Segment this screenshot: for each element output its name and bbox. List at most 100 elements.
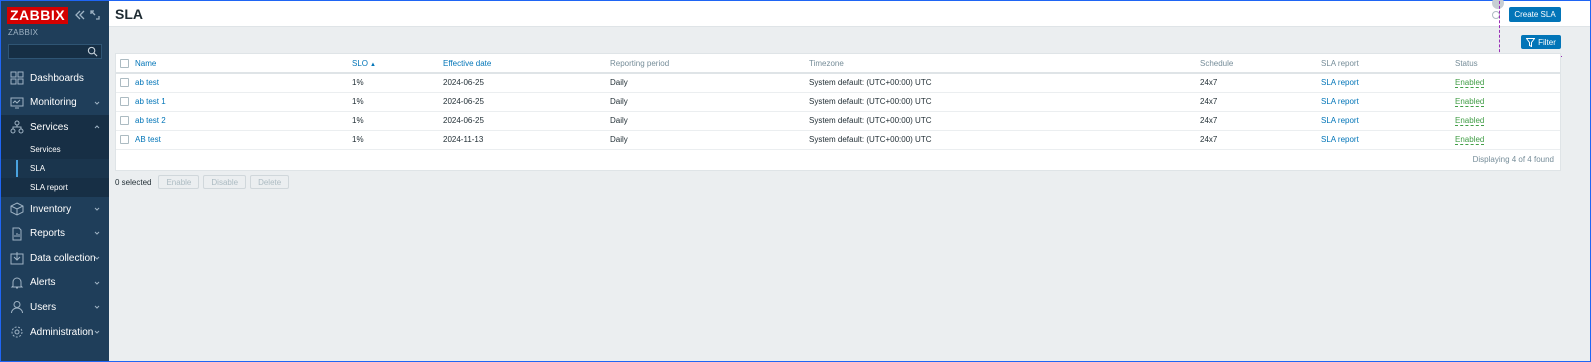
menu-item-alerts[interactable]: Alerts bbox=[1, 271, 109, 296]
search-icon[interactable] bbox=[87, 46, 98, 57]
submenu-item-sla[interactable]: SLA bbox=[1, 158, 109, 178]
sla-report-link[interactable]: SLA report bbox=[1321, 116, 1359, 125]
monitoring-icon bbox=[10, 97, 24, 109]
sla-name-link[interactable]: ab test 2 bbox=[135, 116, 166, 125]
column-header-timezone: Timezone bbox=[809, 54, 1200, 74]
results-count: Displaying 4 of 4 found bbox=[1472, 155, 1554, 164]
timezone-cell: System default: (UTC+00:00) UTC bbox=[809, 130, 1200, 150]
menu-item-dashboards[interactable]: Dashboards bbox=[1, 66, 109, 91]
schedule-cell: 24x7 bbox=[1200, 92, 1321, 112]
chevron-down-icon bbox=[94, 330, 100, 334]
sla-name-link[interactable]: AB test bbox=[135, 135, 161, 144]
chevron-down-icon bbox=[94, 256, 100, 260]
delete-button[interactable]: Delete bbox=[250, 175, 290, 189]
data-collection-icon bbox=[10, 252, 24, 265]
menu-item-label: Inventory bbox=[30, 203, 72, 215]
sla-name-link[interactable]: ab test 1 bbox=[135, 97, 166, 106]
period-cell: Daily bbox=[610, 73, 809, 93]
services-submenu: Services SLA SLA report bbox=[1, 139, 109, 197]
collapse-sidebar-icon[interactable] bbox=[74, 9, 86, 21]
chevron-down-icon bbox=[94, 281, 100, 285]
filter-toggle-button[interactable]: Filter bbox=[1521, 35, 1561, 49]
slo-cell: 1% bbox=[352, 73, 443, 93]
menu-item-users[interactable]: Users bbox=[1, 295, 109, 320]
filter-bar: Filter bbox=[109, 28, 1590, 51]
filter-label: Filter bbox=[1538, 37, 1556, 47]
chevron-down-icon bbox=[94, 101, 100, 105]
filter-icon bbox=[1526, 37, 1536, 47]
status-toggle[interactable]: Enabled bbox=[1455, 116, 1485, 126]
row-checkbox[interactable] bbox=[120, 116, 129, 126]
schedule-cell: 24x7 bbox=[1200, 130, 1321, 150]
sidebar-search bbox=[8, 44, 102, 60]
create-sla-button[interactable]: Create SLA bbox=[1509, 7, 1561, 22]
menu-item-inventory[interactable]: Inventory bbox=[1, 197, 109, 222]
slo-cell: 1% bbox=[352, 130, 443, 150]
main-content: SLA Create SLA Filter Name SLO ▲ Effecti… bbox=[109, 0, 1590, 361]
submenu-item-services[interactable]: Services bbox=[1, 140, 109, 159]
effective-date-cell: 2024-06-25 bbox=[443, 111, 610, 131]
period-cell: Daily bbox=[610, 130, 809, 150]
column-header-slo[interactable]: SLO bbox=[352, 59, 368, 68]
select-all-checkbox[interactable] bbox=[120, 58, 129, 68]
reports-icon bbox=[12, 227, 22, 241]
table-row: AB test 1% 2024-11-13 Daily System defau… bbox=[116, 130, 1560, 150]
enable-button[interactable]: Enable bbox=[158, 175, 200, 189]
sla-report-link[interactable]: SLA report bbox=[1321, 97, 1359, 106]
users-icon bbox=[11, 301, 23, 314]
menu-item-label: Dashboards bbox=[30, 72, 84, 84]
row-checkbox[interactable] bbox=[120, 135, 129, 145]
timezone-cell: System default: (UTC+00:00) UTC bbox=[809, 92, 1200, 112]
chevron-down-icon bbox=[94, 207, 100, 211]
status-toggle[interactable]: Enabled bbox=[1455, 97, 1485, 107]
sla-report-link[interactable]: SLA report bbox=[1321, 135, 1359, 144]
column-header-status: Status bbox=[1455, 54, 1560, 74]
schedule-cell: 24x7 bbox=[1200, 111, 1321, 131]
column-header-name[interactable]: Name bbox=[135, 59, 156, 68]
menu-item-label: Alerts bbox=[30, 277, 56, 289]
column-header-reporting-period: Reporting period bbox=[610, 54, 809, 74]
bell-icon bbox=[10, 277, 24, 289]
disable-button[interactable]: Disable bbox=[203, 175, 247, 189]
submenu-item-sla-report[interactable]: SLA report bbox=[1, 178, 109, 197]
mass-actions: 0 selected Enable Disable Delete bbox=[115, 175, 290, 189]
row-checkbox[interactable] bbox=[120, 97, 129, 107]
inventory-icon bbox=[10, 202, 24, 216]
search-input[interactable] bbox=[9, 47, 85, 60]
menu-item-monitoring[interactable]: Monitoring bbox=[1, 91, 109, 116]
column-header-sla-report: SLA report bbox=[1321, 54, 1455, 74]
timezone-cell: System default: (UTC+00:00) UTC bbox=[809, 73, 1200, 93]
table-row: ab test 2 1% 2024-06-25 Daily System def… bbox=[116, 111, 1560, 131]
table-header-row: Name SLO ▲ Effective date Reporting perio… bbox=[116, 54, 1560, 74]
schedule-cell: 24x7 bbox=[1200, 73, 1321, 93]
menu-item-label: Users bbox=[30, 301, 57, 313]
sidebar: ZABBIX ZABBIX Dashboards Monitoring Serv… bbox=[1, 1, 109, 361]
status-toggle[interactable]: Enabled bbox=[1455, 78, 1485, 89]
status-toggle[interactable]: Enabled bbox=[1455, 135, 1485, 145]
row-checkbox[interactable] bbox=[120, 78, 129, 88]
column-header-effective-date[interactable]: Effective date bbox=[443, 59, 491, 68]
server-name: ZABBIX bbox=[8, 28, 39, 37]
menu-item-reports[interactable]: Reports bbox=[1, 221, 109, 246]
effective-date-cell: 2024-11-13 bbox=[443, 130, 610, 150]
menu-item-administration[interactable]: Administration bbox=[1, 320, 109, 345]
slo-cell: 1% bbox=[352, 92, 443, 112]
sla-name-link[interactable]: ab test bbox=[135, 78, 159, 87]
effective-date-cell: 2024-06-25 bbox=[443, 73, 610, 93]
menu-item-data-collection[interactable]: Data collection bbox=[1, 246, 109, 271]
menu-item-services[interactable]: Services bbox=[1, 115, 109, 140]
services-icon bbox=[10, 120, 24, 134]
menu-item-label: Monitoring bbox=[30, 97, 77, 109]
sla-report-link[interactable]: SLA report bbox=[1321, 78, 1359, 87]
page-title: SLA bbox=[115, 6, 143, 22]
column-header-schedule: Schedule bbox=[1200, 54, 1321, 74]
kiosk-mode-icon[interactable] bbox=[89, 9, 101, 21]
main-menu: Dashboards Monitoring Services Services … bbox=[1, 66, 109, 344]
effective-date-cell: 2024-06-25 bbox=[443, 92, 610, 112]
table-row: ab test 1% 2024-06-25 Daily System defau… bbox=[116, 73, 1560, 93]
help-icon[interactable] bbox=[1492, 11, 1500, 19]
chevron-down-icon bbox=[94, 305, 100, 309]
zabbix-logo[interactable]: ZABBIX bbox=[7, 7, 69, 24]
table-row: ab test 1 1% 2024-06-25 Daily System def… bbox=[116, 92, 1560, 112]
selected-count: 0 selected bbox=[115, 177, 152, 187]
